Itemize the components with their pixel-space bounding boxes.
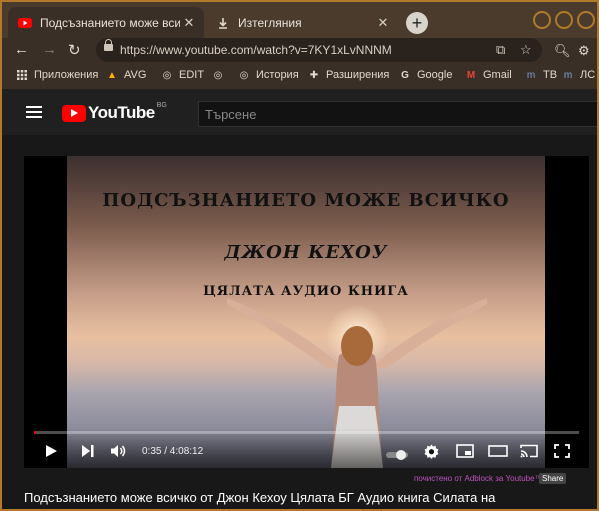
player-controls: 0:35 / 4:08:12 xyxy=(24,428,589,468)
browser-toolbar: ← → ↻ https://www.youtube.com/watch?v=7K… xyxy=(2,38,597,64)
minimize-button[interactable] xyxy=(533,11,551,29)
watch-page: ПОДСЪЗНАНИЕТО МОЖЕ ВСИЧКО ДЖОН КЕХОУ ЦЯЛ… xyxy=(2,135,597,509)
new-tab-button[interactable]: + xyxy=(406,12,428,34)
gmail-icon: M xyxy=(466,69,476,81)
bookmark-edit[interactable]: ◎ EDIT xyxy=(161,69,204,81)
video-overlay-title: ПОДСЪЗНАНИЕТО МОЖЕ ВСИЧКО xyxy=(102,190,510,211)
bookmark-avg[interactable]: ▲ AVG xyxy=(106,69,146,81)
apps-grid-icon xyxy=(16,69,28,81)
bookmark-google[interactable]: G Google xyxy=(399,69,452,81)
bookmark-apps[interactable]: Приложения xyxy=(16,69,98,81)
next-icon[interactable] xyxy=(81,444,95,463)
search-input[interactable]: Търсене xyxy=(198,101,597,127)
globe-icon: ◎ xyxy=(162,69,172,81)
play-icon[interactable] xyxy=(44,444,58,463)
bookmark-label: История xyxy=(256,69,299,81)
tab-downloads[interactable]: Изтегляния ✕ xyxy=(206,7,398,38)
tab-youtube-video[interactable]: Подсъзнанието може всичко о ✕ xyxy=(8,7,204,38)
bookmark-label: Разширения xyxy=(326,69,390,81)
maximize-button[interactable] xyxy=(555,11,573,29)
bookmark-label: EDIT xyxy=(179,69,205,81)
download-icon xyxy=(216,16,230,30)
avg-icon: ▲ xyxy=(107,69,117,81)
video-title: Подсъзнанието може всичко от Джон Кехоу … xyxy=(24,490,496,505)
video-player[interactable]: ПОДСЪЗНАНИЕТО МОЖЕ ВСИЧКО ДЖОН КЕХОУ ЦЯЛ… xyxy=(24,156,589,468)
bookmark-label: TB xyxy=(543,69,558,81)
youtube-logo[interactable]: YouTube BG xyxy=(62,101,167,123)
address-bar[interactable]: https://www.youtube.com/watch?v=7KY1xLvN… xyxy=(96,38,542,62)
miniplayer-icon[interactable] xyxy=(456,444,474,463)
share-button[interactable]: Share xyxy=(539,473,567,484)
lock-icon xyxy=(104,39,113,51)
reload-icon[interactable]: ↻ xyxy=(68,41,81,59)
close-window-button[interactable] xyxy=(577,11,595,29)
cast-icon[interactable] xyxy=(520,444,538,463)
youtube-wordmark: YouTube xyxy=(88,103,155,122)
fullscreen-icon[interactable] xyxy=(554,444,570,463)
adblock-note: почистено от Adblock за Youtube™ xyxy=(414,474,543,483)
settings-gear-icon[interactable] xyxy=(424,444,439,464)
bookmark-star-icon[interactable]: ☆ xyxy=(520,42,532,58)
youtube-header: YouTube BG Търсене xyxy=(2,89,597,135)
bookmark-extensions[interactable]: ✚ Разширения xyxy=(308,69,390,81)
region-code: BG xyxy=(156,101,167,109)
bookmark-tb[interactable]: m TB xyxy=(525,69,557,81)
bookmark-label: AVG xyxy=(124,69,147,81)
close-tab-icon[interactable]: ✕ xyxy=(180,15,198,31)
browser-window: Подсъзнанието може всичко о ✕ Изтегляния… xyxy=(0,0,599,511)
forward-arrow-icon[interactable]: → xyxy=(42,41,57,58)
url-text: https://www.youtube.com/watch?v=7KY1xLvN… xyxy=(120,43,392,57)
m-icon: m xyxy=(563,69,573,81)
video-overlay-author: ДЖОН КЕХОУ xyxy=(224,242,388,263)
progress-played xyxy=(34,431,37,434)
bookmark-gmail[interactable]: M Gmail xyxy=(465,69,512,81)
zoom-search-icon[interactable]: 🔍︎ xyxy=(554,43,571,59)
bookmark-label: Gmail xyxy=(483,69,512,81)
video-frame: ПОДСЪЗНАНИЕТО МОЖЕ ВСИЧКО ДЖОН КЕХОУ ЦЯЛ… xyxy=(67,156,545,468)
time-display: 0:35 / 4:08:12 xyxy=(142,446,204,457)
bookmark-label: Google xyxy=(417,69,453,81)
bookmark-history[interactable]: ◎ История xyxy=(238,69,299,81)
tab-title: Подсъзнанието може всичко о xyxy=(40,15,180,30)
volume-icon[interactable] xyxy=(110,444,128,463)
bookmarks-bar: Приложения ▲ AVG ◎ EDIT ◎ ◎ История ✚ Ра… xyxy=(2,64,597,90)
globe-icon: ◎ xyxy=(213,69,223,81)
extensions-icon[interactable]: ⚙ xyxy=(578,43,590,59)
tab-strip: Подсъзнанието може всичко о ✕ Изтегляния… xyxy=(2,2,597,38)
bookmark-label: ЛС xyxy=(580,69,596,81)
m-icon: m xyxy=(526,69,536,81)
autoplay-toggle[interactable] xyxy=(386,447,410,465)
tab-title: Изтегляния xyxy=(238,15,302,30)
search-placeholder: Търсене xyxy=(205,107,257,122)
theater-mode-icon[interactable] xyxy=(488,444,508,463)
bookmark-globe[interactable]: ◎ xyxy=(212,69,230,81)
google-icon: G xyxy=(401,69,409,81)
youtube-play-logo-icon xyxy=(62,104,86,122)
back-arrow-icon[interactable]: ← xyxy=(14,41,29,58)
progress-bar[interactable] xyxy=(34,431,579,434)
menu-icon[interactable] xyxy=(26,106,42,118)
bookmark-ls[interactable]: m ЛС xyxy=(562,69,595,81)
globe-icon: ◎ xyxy=(239,69,249,81)
youtube-favicon-icon xyxy=(18,16,32,30)
open-in-app-icon[interactable]: ⧉ xyxy=(496,42,505,58)
bookmark-label: Приложения xyxy=(34,69,99,81)
puzzle-icon: ✚ xyxy=(309,69,319,81)
close-tab-icon[interactable]: ✕ xyxy=(374,15,392,31)
